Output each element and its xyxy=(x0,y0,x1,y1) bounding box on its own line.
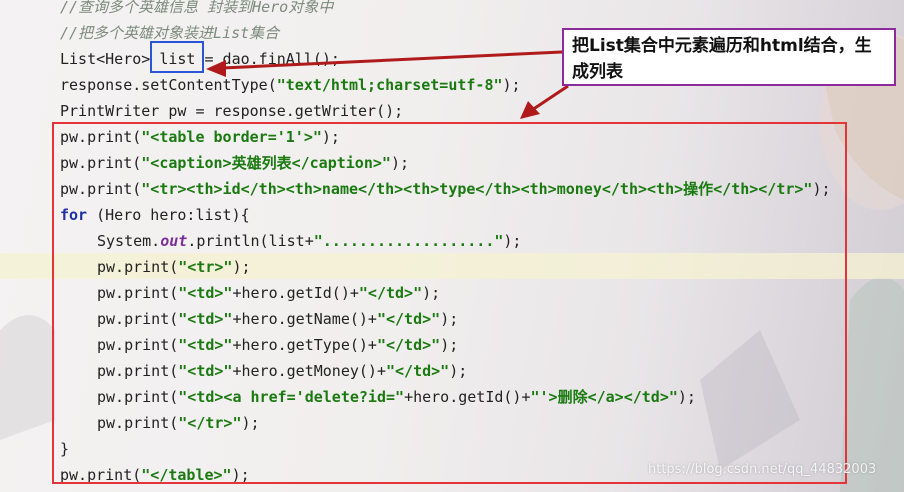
arrow-head-down-icon xyxy=(520,101,540,119)
code-token: List<Hero> xyxy=(60,50,160,68)
code-line-4: response.setContentType("text/html;chars… xyxy=(60,72,521,98)
highlight-box-list-variable xyxy=(150,41,204,73)
code-token: PrintWriter pw = response.getWriter(); xyxy=(60,102,404,120)
code-token: ); xyxy=(502,76,521,94)
annotation-callout: 把List集合中元素遍历和html结合，生成列表 xyxy=(562,28,896,86)
callout-text: 把List集合中元素遍历和html结合，生成列表 xyxy=(572,36,872,82)
comment-text: //把多个英雄对象装进List集合 xyxy=(60,24,280,42)
code-token: = dao.finAll(); xyxy=(195,50,340,68)
highlight-box-loop-code xyxy=(52,122,847,484)
code-token: response.setContentType( xyxy=(60,76,277,94)
string-literal: "text/html;charset=utf-8" xyxy=(276,76,503,94)
arrow-to-box-icon xyxy=(531,84,569,112)
watermark: https://blog.csdn.net/qq_44832003 xyxy=(648,462,877,477)
code-line-5: PrintWriter pw = response.getWriter(); xyxy=(60,98,403,124)
code-line-1: //查询多个英雄信息 封装到Hero对象中 xyxy=(60,0,333,20)
comment-text: //查询多个英雄信息 封装到Hero对象中 xyxy=(60,0,334,16)
